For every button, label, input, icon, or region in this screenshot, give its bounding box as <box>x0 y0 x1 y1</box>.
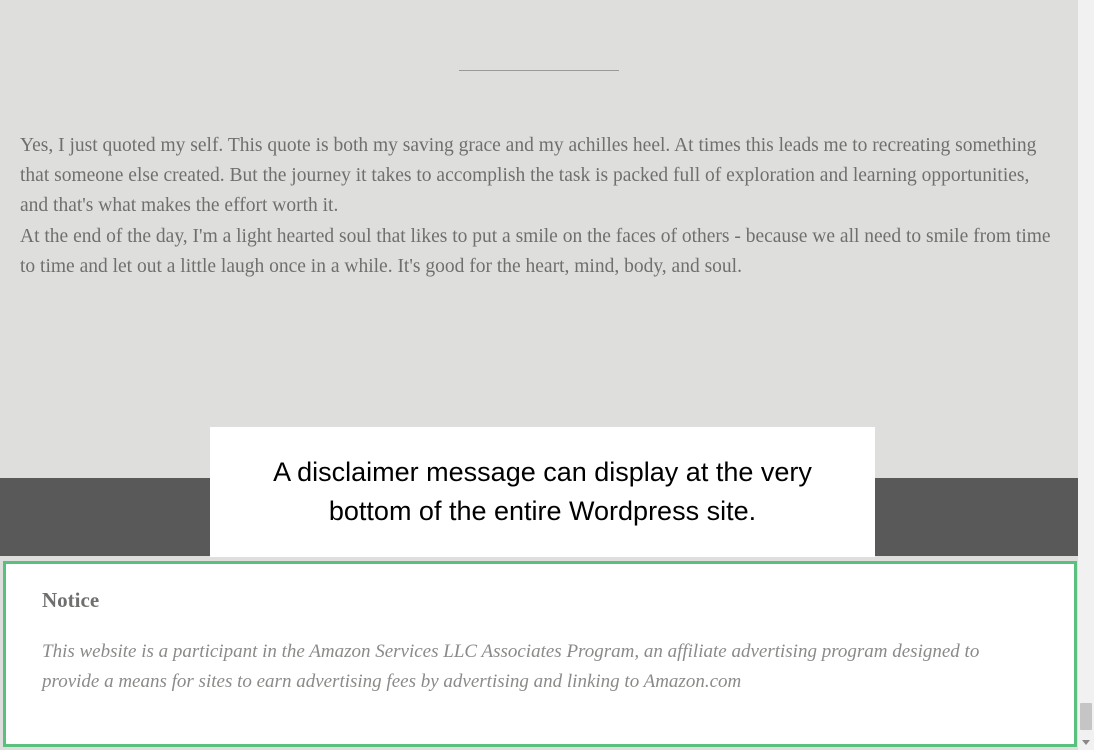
scrollbar-track[interactable] <box>1078 0 1094 750</box>
notice-heading: Notice <box>42 588 1038 613</box>
page-viewport: Yes, I just quoted my self. This quote i… <box>0 0 1078 750</box>
body-paragraph-2: At the end of the day, I'm a light heart… <box>20 226 1051 277</box>
disclaimer-notice-box: Notice This website is a participant in … <box>3 561 1077 747</box>
scrollbar-thumb[interactable] <box>1080 703 1092 730</box>
scrollbar-arrow-down-icon[interactable] <box>1078 734 1094 750</box>
body-paragraph-1: Yes, I just quoted my self. This quote i… <box>20 135 1036 216</box>
annotation-text: A disclaimer message can display at the … <box>230 453 855 531</box>
divider-line <box>459 70 619 71</box>
main-content: Yes, I just quoted my self. This quote i… <box>0 70 1078 452</box>
annotation-callout: A disclaimer message can display at the … <box>210 427 875 557</box>
notice-body: This website is a participant in the Ama… <box>42 637 1038 698</box>
paragraph-block: Yes, I just quoted my self. This quote i… <box>20 131 1058 452</box>
